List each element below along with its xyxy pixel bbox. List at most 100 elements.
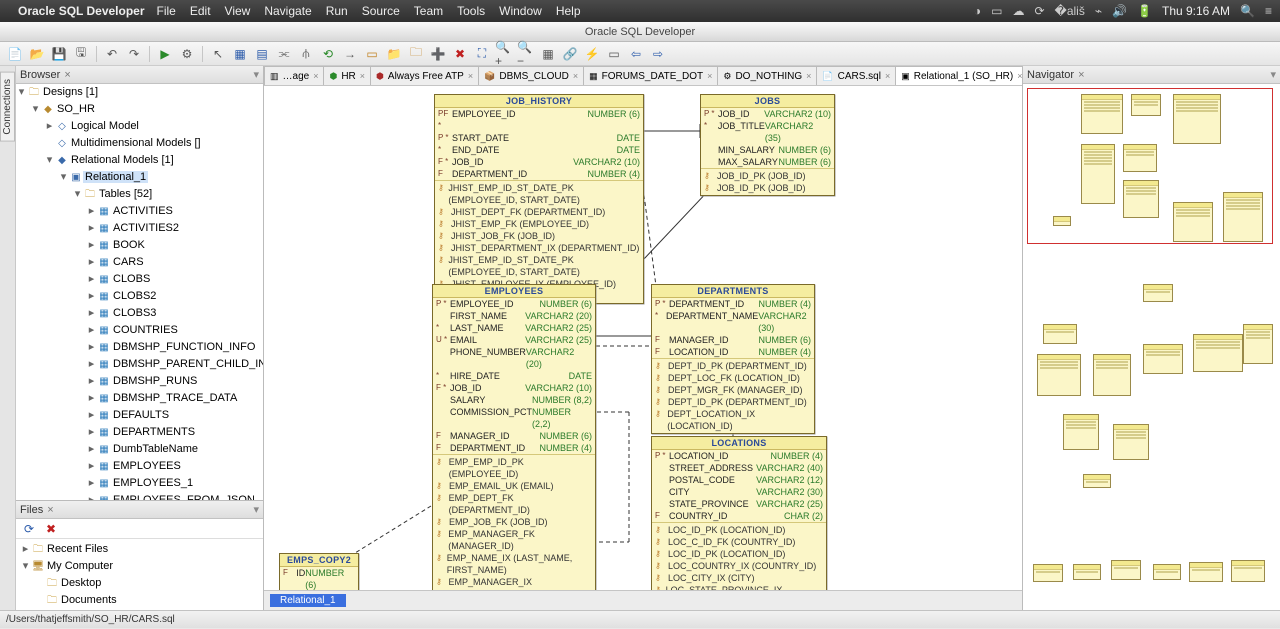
- clock[interactable]: Thu 9:16 AM: [1162, 4, 1230, 18]
- refresh-tool[interactable]: ⟲: [319, 45, 337, 63]
- close-icon[interactable]: ×: [573, 71, 578, 81]
- entity-column[interactable]: *HIRE_DATEDATE: [433, 370, 595, 382]
- entity-column[interactable]: CITYVARCHAR2 (30): [652, 486, 826, 498]
- close-icon[interactable]: ×: [806, 71, 811, 81]
- table-node[interactable]: DBMSHP_FUNCTION_INFO: [111, 341, 257, 353]
- tray-icon[interactable]: ▭: [991, 4, 1002, 18]
- link-tool[interactable]: 🔗: [561, 45, 579, 63]
- menu-source[interactable]: Source: [362, 4, 400, 18]
- split-tool[interactable]: ⫘: [275, 45, 293, 63]
- new-button[interactable]: 📄: [6, 45, 24, 63]
- files-refresh-icon[interactable]: ⟳: [20, 520, 38, 538]
- menu-view[interactable]: View: [225, 4, 251, 18]
- entity-locations[interactable]: LOCATIONSP *LOCATION_IDNUMBER (4)STREET_…: [651, 436, 827, 590]
- entity-index[interactable]: ⚷EMP_EMAIL_UK (EMAIL): [436, 480, 592, 492]
- save-button[interactable]: 💾: [50, 45, 68, 63]
- menu-navigate[interactable]: Navigate: [264, 4, 311, 18]
- entity-index[interactable]: ⚷JOB_ID_PK (JOB_ID): [704, 182, 831, 194]
- tables-node[interactable]: Tables [52]: [97, 188, 154, 200]
- files-mycomputer[interactable]: My Computer: [45, 560, 115, 572]
- entity-index[interactable]: ⚷LOC_STATE_PROVINCE_IX (STATE_PROVINCE): [655, 584, 823, 590]
- layout-tool[interactable]: ▦: [539, 45, 557, 63]
- table-node[interactable]: DumbTableName: [111, 443, 200, 455]
- fit-tool[interactable]: ⛶: [473, 45, 491, 63]
- entity-column[interactable]: *LAST_NAMEVARCHAR2 (25): [433, 322, 595, 334]
- entity-column[interactable]: F *JOB_IDVARCHAR2 (10): [433, 382, 595, 394]
- entity-index[interactable]: ⚷EMP_MANAGER_IX (MANAGER_ID): [436, 576, 592, 590]
- entity-index[interactable]: ⚷EMP_MANAGER_FK (MANAGER_ID): [436, 528, 592, 552]
- files-documents[interactable]: Documents: [59, 594, 119, 606]
- entity-index[interactable]: ⚷JHIST_EMP_ID_ST_DATE_PK (EMPLOYEE_ID, S…: [438, 254, 640, 278]
- entity-column[interactable]: MIN_SALARYNUMBER (6): [701, 144, 834, 156]
- entity-index[interactable]: ⚷DEPT_LOC_FK (LOCATION_ID): [655, 372, 811, 384]
- entity-index[interactable]: ⚷LOC_C_ID_FK (COUNTRY_ID): [655, 536, 823, 548]
- menu-tools[interactable]: Tools: [457, 4, 485, 18]
- close-icon[interactable]: ×: [360, 71, 365, 81]
- entity-index[interactable]: ⚷JHIST_JOB_FK (JOB_ID): [438, 230, 640, 242]
- files-close-icon[interactable]: ×: [47, 504, 53, 516]
- tab-5[interactable]: ⚙DO_NOTHING×: [717, 66, 817, 85]
- entity-column[interactable]: FDEPARTMENT_IDNUMBER (4): [433, 442, 595, 454]
- entity-column[interactable]: FCOUNTRY_IDCHAR (2): [652, 510, 826, 522]
- battery-icon[interactable]: 🔋: [1137, 4, 1152, 18]
- entity-index[interactable]: ⚷DEPT_LOCATION_IX (LOCATION_ID): [655, 408, 811, 432]
- add-tool[interactable]: ➕: [429, 45, 447, 63]
- entity-index[interactable]: ⚷EMP_JOB_FK (JOB_ID): [436, 516, 592, 528]
- engineer-tool[interactable]: ⚡: [583, 45, 601, 63]
- tab-0[interactable]: ▥…age×: [264, 66, 324, 85]
- entity-emps-copy2[interactable]: EMPS_COPY2FIDNUMBER (6): [279, 553, 359, 590]
- tab-3[interactable]: 📦DBMS_CLOUD×: [478, 66, 584, 85]
- navigator-menu-icon[interactable]: ▾: [1270, 68, 1276, 81]
- files-recent[interactable]: Recent Files: [45, 543, 110, 555]
- entity-index[interactable]: ⚷LOC_ID_PK (LOCATION_ID): [655, 524, 823, 536]
- entity-column[interactable]: U *EMAILVARCHAR2 (25): [433, 334, 595, 346]
- notifications-icon[interactable]: ≡: [1265, 4, 1272, 18]
- tab-2[interactable]: ⬢Always Free ATP×: [370, 66, 479, 85]
- entity-column[interactable]: P *START_DATEDATE: [435, 132, 643, 144]
- save-all-button[interactable]: 🖫: [72, 45, 90, 63]
- entity-column[interactable]: FDEPARTMENT_IDNUMBER (4): [435, 168, 643, 180]
- entity-index[interactable]: ⚷JHIST_DEPT_FK (DEPARTMENT_ID): [438, 206, 640, 218]
- close-icon[interactable]: ×: [313, 71, 318, 81]
- menu-team[interactable]: Team: [414, 4, 443, 18]
- menu-help[interactable]: Help: [556, 4, 581, 18]
- entity-index[interactable]: ⚷JHIST_EMP_ID_ST_DATE_PK (EMPLOYEE_ID, S…: [438, 182, 640, 206]
- table-node[interactable]: COUNTRIES: [111, 324, 180, 336]
- entity-departments[interactable]: DEPARTMENTSP *DEPARTMENT_IDNUMBER (4)*DE…: [651, 284, 815, 434]
- tab-tool[interactable]: ▭: [605, 45, 623, 63]
- spotlight-icon[interactable]: 🔍: [1240, 4, 1255, 18]
- entity-index[interactable]: ⚷LOC_COUNTRY_IX (COUNTRY_ID): [655, 560, 823, 572]
- entity-column[interactable]: FIRST_NAMEVARCHAR2 (20): [433, 310, 595, 322]
- fwd-tool[interactable]: ⇨: [649, 45, 667, 63]
- debug-button[interactable]: ⚙: [178, 45, 196, 63]
- table-node[interactable]: DEFAULTS: [111, 409, 171, 421]
- merge-tool[interactable]: ⫛: [297, 45, 315, 63]
- entity-column[interactable]: P *DEPARTMENT_IDNUMBER (4): [652, 298, 814, 310]
- entity-index[interactable]: ⚷DEPT_MGR_FK (MANAGER_ID): [655, 384, 811, 396]
- files-menu-icon[interactable]: ▾: [253, 503, 259, 516]
- entity-index[interactable]: ⚷EMP_EMP_ID_PK (EMPLOYEE_ID): [436, 456, 592, 480]
- multi-model-node[interactable]: Multidimensional Models []: [69, 137, 203, 149]
- entity-column[interactable]: F *JOB_IDVARCHAR2 (10): [435, 156, 643, 168]
- entity-index[interactable]: ⚷JHIST_DEPARTMENT_IX (DEPARTMENT_ID): [438, 242, 640, 254]
- table-node[interactable]: DBMSHP_PARENT_CHILD_INFO: [111, 358, 263, 370]
- open-button[interactable]: 📂: [28, 45, 46, 63]
- table-node[interactable]: DBMSHP_TRACE_DATA: [111, 392, 239, 404]
- cloud-icon[interactable]: ☁: [1012, 4, 1024, 18]
- entity-column[interactable]: FMANAGER_IDNUMBER (6): [652, 334, 814, 346]
- relational1-bottom-tab[interactable]: Relational_1: [270, 594, 346, 607]
- run-button[interactable]: ▶: [156, 45, 174, 63]
- new-view-tool[interactable]: ▤: [253, 45, 271, 63]
- bt-icon[interactable]: ⌁: [1095, 4, 1102, 18]
- pointer-tool[interactable]: ↖: [209, 45, 227, 63]
- files-delete-icon[interactable]: ✖: [42, 520, 60, 538]
- browser-menu-icon[interactable]: ▾: [253, 68, 259, 81]
- folder-tool[interactable]: 📁: [385, 45, 403, 63]
- entity-index[interactable]: ⚷JHIST_EMP_FK (EMPLOYEE_ID): [438, 218, 640, 230]
- entity-column[interactable]: POSTAL_CODEVARCHAR2 (12): [652, 474, 826, 486]
- entity-index[interactable]: ⚷EMP_NAME_IX (LAST_NAME, FIRST_NAME): [436, 552, 592, 576]
- navigator-close-icon[interactable]: ×: [1078, 69, 1084, 81]
- entity-column[interactable]: PHONE_NUMBERVARCHAR2 (20): [433, 346, 595, 370]
- entity-column[interactable]: FLOCATION_IDNUMBER (4): [652, 346, 814, 358]
- entity-column[interactable]: *JOB_TITLEVARCHAR2 (35): [701, 120, 834, 144]
